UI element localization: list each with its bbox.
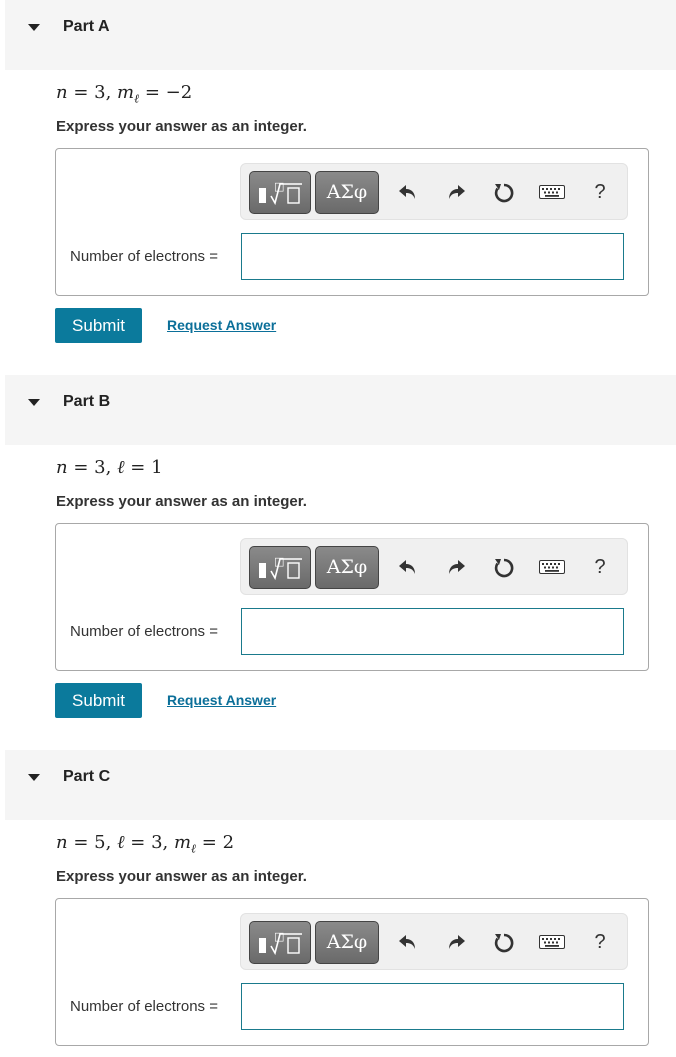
templates-icon[interactable]: □ [249,546,311,589]
part-title: Part B [63,393,111,410]
templates-icon[interactable]: □ [249,921,311,964]
redo-icon[interactable] [442,928,470,956]
ml-value: 2 [222,832,235,853]
n-value: 3 [94,457,106,478]
redo-icon[interactable] [442,553,470,581]
answer-input[interactable] [241,608,624,655]
request-answer-link[interactable]: Request Answer [167,692,276,708]
n-value: 3 [94,82,106,103]
undo-icon[interactable] [394,178,422,206]
undo-icon[interactable] [394,928,422,956]
undo-icon[interactable] [394,553,422,581]
l-value: 1 [151,457,163,478]
collapse-caret-icon[interactable] [28,399,40,406]
keyboard-icon[interactable] [537,928,567,956]
part-header[interactable]: Part C [5,750,676,820]
part-title: Part A [63,18,110,35]
reset-icon[interactable] [490,928,518,956]
question-text: n = 3, ℓ = 1 [56,457,163,478]
answer-box: □ ΑΣφ ? Number of electrons = [55,523,649,671]
part-title: Part C [63,768,111,785]
instruction-text: Express your answer as an integer. [56,118,307,135]
answer-box: □ ΑΣφ ? Number of electrons = [55,148,649,296]
reset-icon[interactable] [490,553,518,581]
templates-icon[interactable]: □ [249,171,311,214]
math-toolbar: □ ΑΣφ ? [240,913,628,970]
answer-input[interactable] [241,233,624,280]
answer-label: Number of electrons = [70,623,218,640]
help-icon[interactable]: ? [589,178,611,206]
answer-label: Number of electrons = [70,998,218,1015]
collapse-caret-icon[interactable] [28,24,40,31]
ml-value: −2 [165,82,193,103]
question-text: n = 3, mℓ = −2 [56,82,193,106]
question-text: n = 5, ℓ = 3, mℓ = 2 [56,832,235,856]
l-value: 3 [151,832,163,853]
keyboard-icon[interactable] [537,178,567,206]
keyboard-icon[interactable] [537,553,567,581]
greek-letters-icon[interactable]: ΑΣφ [315,171,379,214]
n-value: 5 [94,832,106,853]
help-icon[interactable]: ? [589,928,611,956]
math-toolbar: □ ΑΣφ ? [240,163,628,220]
greek-letters-icon[interactable]: ΑΣφ [315,921,379,964]
redo-icon[interactable] [442,178,470,206]
submit-button[interactable]: Submit [55,683,142,718]
answer-label: Number of electrons = [70,248,218,265]
request-answer-link[interactable]: Request Answer [167,317,276,333]
part-header[interactable]: Part A [5,0,676,70]
instruction-text: Express your answer as an integer. [56,868,307,885]
instruction-text: Express your answer as an integer. [56,493,307,510]
math-toolbar: □ ΑΣφ ? [240,538,628,595]
answer-input[interactable] [241,983,624,1030]
collapse-caret-icon[interactable] [28,774,40,781]
greek-letters-icon[interactable]: ΑΣφ [315,546,379,589]
reset-icon[interactable] [490,178,518,206]
answer-box: □ ΑΣφ ? Number of electrons = [55,898,649,1046]
submit-button[interactable]: Submit [55,308,142,343]
part-header[interactable]: Part B [5,375,676,445]
help-icon[interactable]: ? [589,553,611,581]
